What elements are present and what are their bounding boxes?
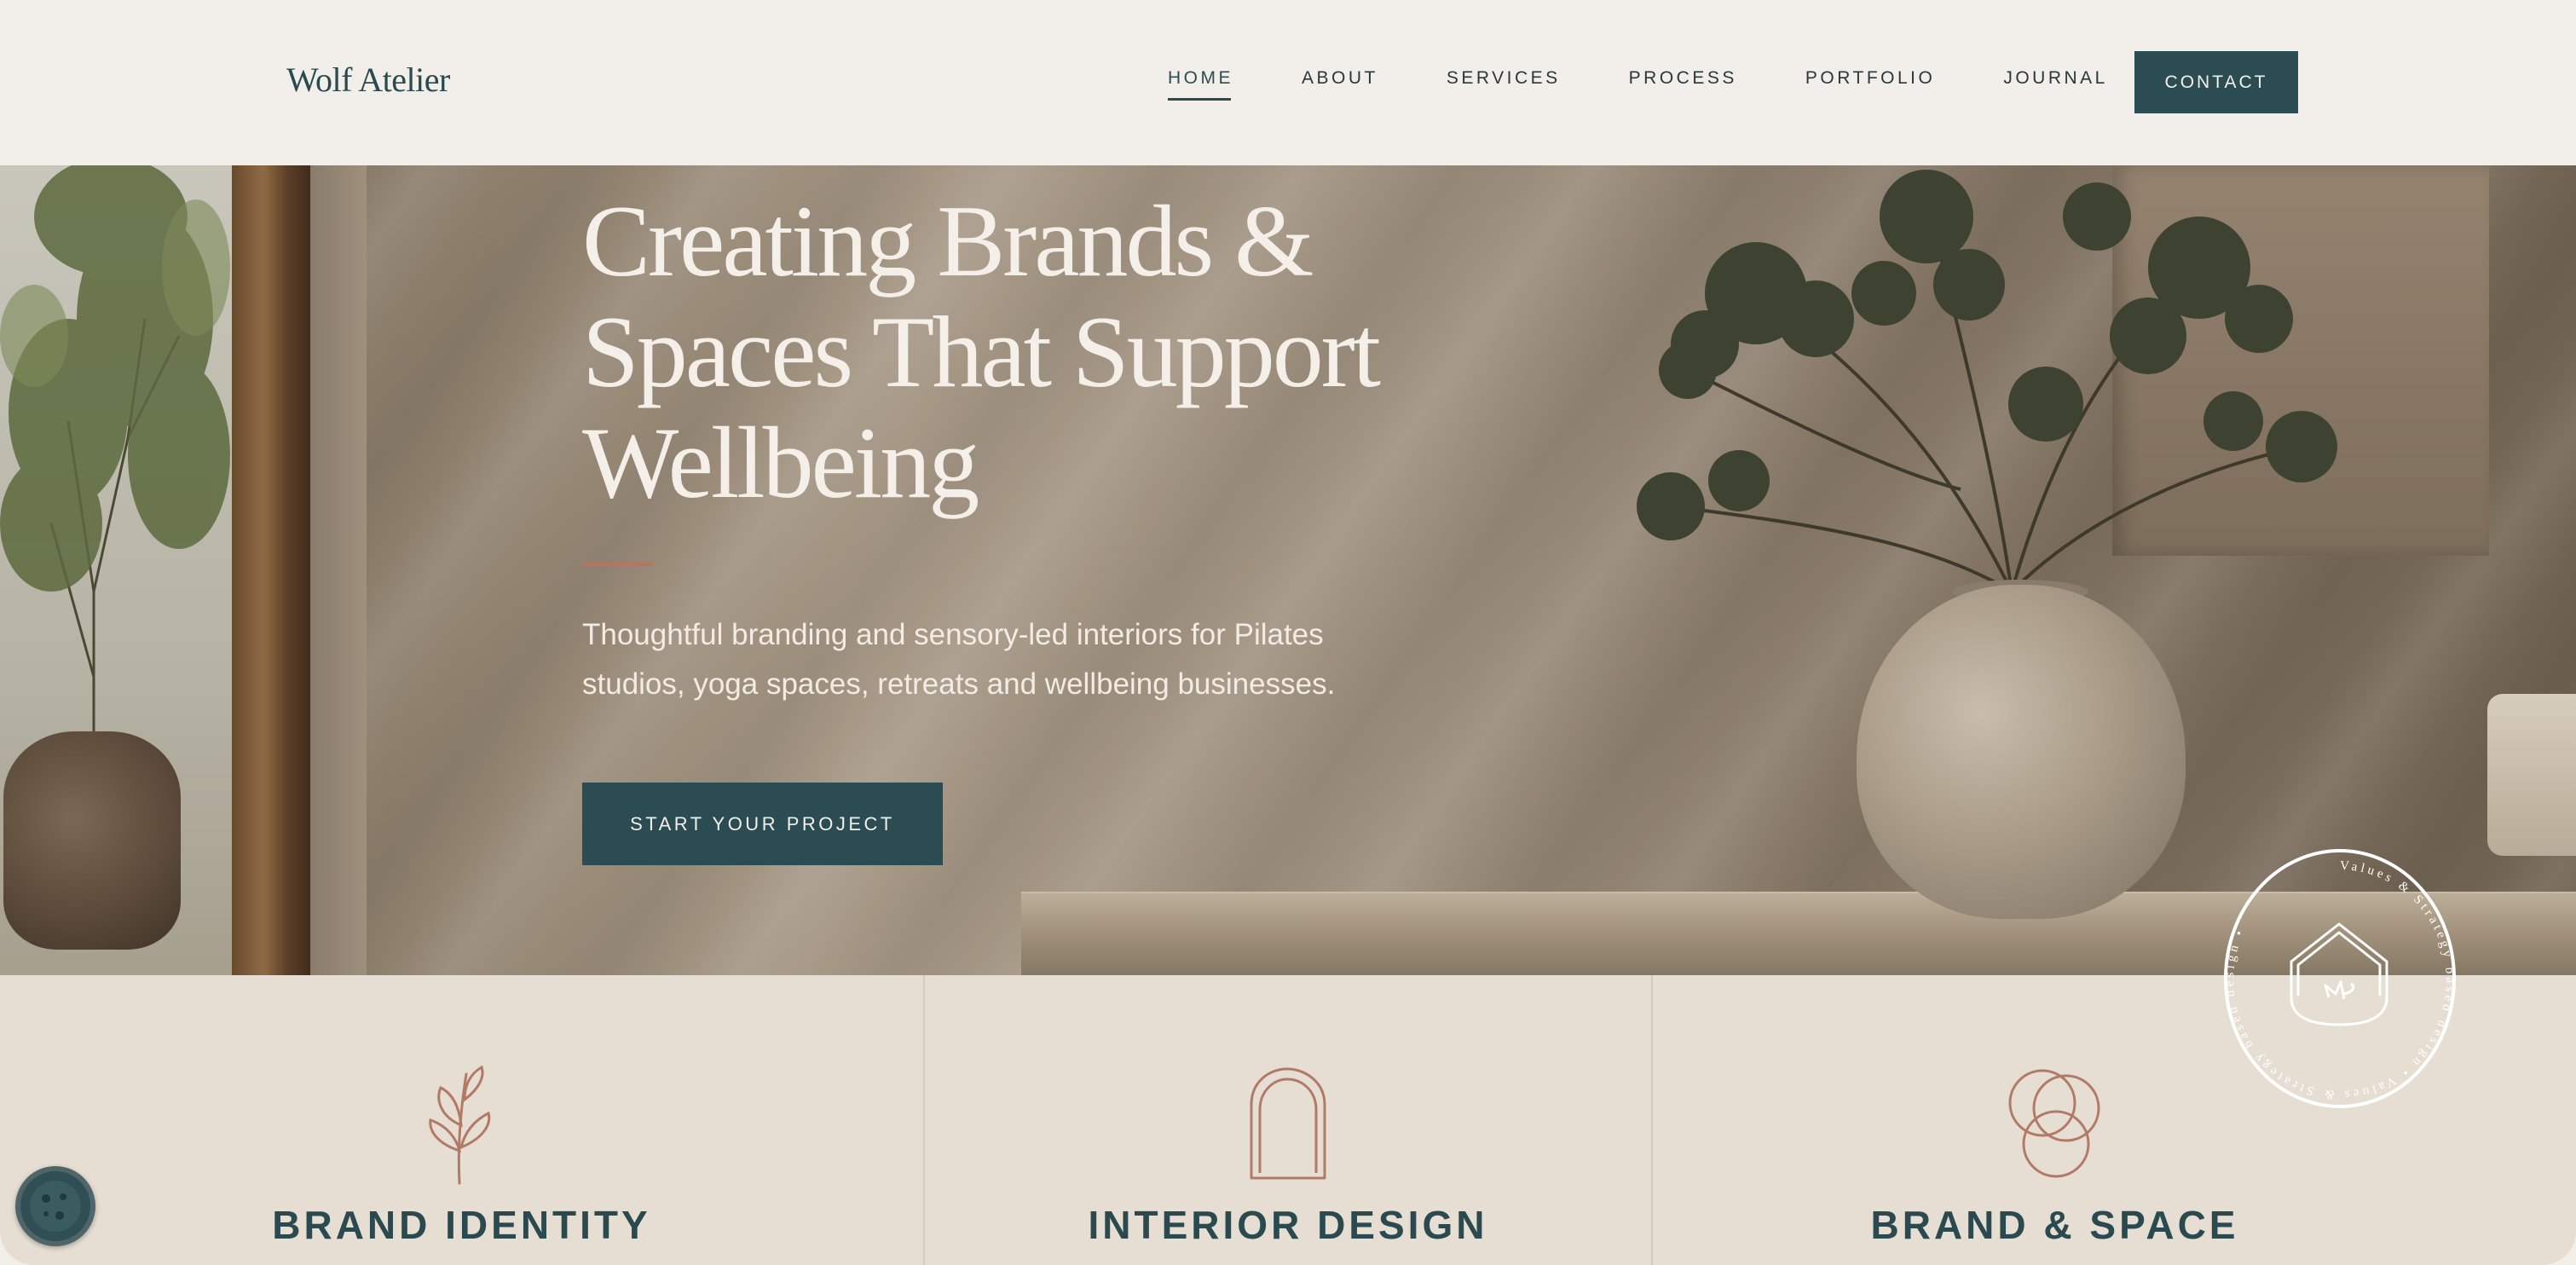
nav-process[interactable]: PROCESS: [1629, 68, 1737, 89]
hero-text: Creating Brands & Spaces That Support We…: [582, 186, 1520, 518]
house-monogram-icon: [2290, 922, 2388, 1026]
nav-about[interactable]: ABOUT: [1302, 68, 1378, 89]
logo[interactable]: Wolf Atelier: [286, 60, 450, 100]
interlocking-circles-icon: [2008, 1069, 2099, 1178]
hero-section: Creating Brands & Spaces That Support We…: [0, 165, 2576, 975]
main-nav: HOME ABOUT SERVICES PROCESS PORTFOLIO JO…: [1168, 68, 2176, 101]
badge-ring-text: Values & Strategy based design • Values …: [2223, 859, 2453, 1101]
svg-text:Values & Strategy based design: Values & Strategy based design • Values …: [2223, 859, 2457, 1101]
site-header: Wolf Atelier HOME ABOUT SERVICES PROCESS…: [0, 0, 2576, 165]
service-label: INTERIOR DESIGN: [1088, 1203, 1488, 1247]
values-strategy-badge: Values & Strategy based design • Values …: [2223, 849, 2457, 1108]
service-brand-identity[interactable]: BRAND IDENTITY: [0, 975, 923, 1265]
nav-journal[interactable]: JOURNAL: [2003, 68, 2108, 89]
nav-home[interactable]: HOME: [1168, 68, 1233, 101]
service-label: BRAND & SPACE: [1870, 1203, 2239, 1247]
contact-button[interactable]: CONTACT: [2134, 51, 2298, 113]
clay-vase-left: [3, 731, 181, 950]
start-project-button[interactable]: START YOUR PROJECT: [582, 783, 943, 865]
cookie-settings-button[interactable]: [15, 1166, 95, 1246]
cookie-icon: [30, 1181, 81, 1232]
hero-accent-rule: [582, 563, 652, 566]
hero-subtitle: Thoughtful branding and sensory-led inte…: [582, 618, 1336, 701]
service-label: BRAND IDENTITY: [272, 1203, 651, 1247]
hero-title: Creating Brands & Spaces That Support We…: [582, 184, 1381, 519]
service-interior-design[interactable]: INTERIOR DESIGN: [925, 975, 1651, 1265]
stone-block: [2487, 694, 2576, 856]
sprig-icon: [428, 1066, 490, 1185]
arch-icon: [1250, 1067, 1326, 1180]
wall-edge: [310, 165, 367, 975]
services-section: BRAND IDENTITY INTERIOR DESIGN BRAND & S…: [0, 975, 2576, 1265]
stone-vase: [1857, 585, 2186, 919]
nav-portfolio[interactable]: PORTFOLIO: [1805, 68, 1935, 89]
wooden-window-frame: [232, 165, 310, 975]
nav-services[interactable]: SERVICES: [1447, 68, 1561, 89]
